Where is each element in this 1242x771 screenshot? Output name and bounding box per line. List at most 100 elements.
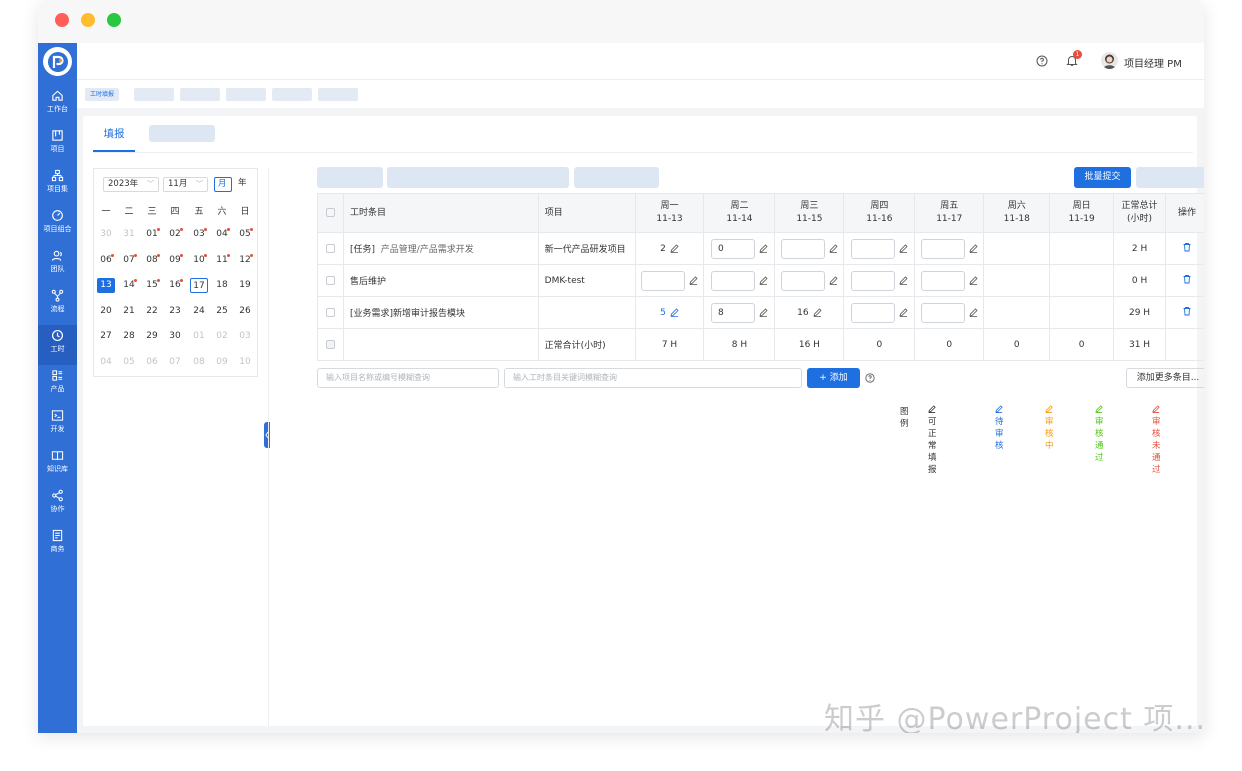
calendar-day[interactable]: 15 [143, 278, 161, 293]
calendar-day[interactable]: 07 [120, 253, 138, 268]
edit-pencil-icon[interactable] [969, 308, 978, 317]
close-window-button[interactable] [55, 13, 69, 27]
hours-input[interactable] [920, 270, 965, 291]
powerproject-logo-icon[interactable] [43, 47, 72, 76]
collapse-handle[interactable] [264, 422, 270, 448]
calendar-day[interactable]: 11 [213, 253, 231, 268]
toolbar-placeholder[interactable] [317, 167, 383, 188]
help-icon[interactable] [1036, 55, 1048, 67]
calendar-day[interactable]: 28 [120, 329, 138, 344]
view-month-toggle[interactable]: 月 [214, 177, 232, 192]
calendar-day[interactable]: 04 [213, 227, 231, 242]
calendar-day[interactable]: 20 [97, 304, 115, 319]
calendar-day[interactable]: 07 [166, 355, 184, 370]
sidebar-item-product[interactable]: 产品 [38, 369, 77, 405]
edit-pencil-icon[interactable] [759, 276, 768, 285]
row-checkbox[interactable] [325, 275, 335, 285]
calendar-day[interactable]: 23 [166, 304, 184, 319]
hours-input[interactable] [641, 270, 685, 291]
calendar-day[interactable]: 10 [236, 355, 254, 370]
maximize-window-button[interactable] [107, 13, 121, 27]
sidebar-item-workbench[interactable]: 工作台 [38, 89, 77, 125]
calendar-day[interactable]: 01 [143, 227, 161, 242]
calendar-day[interactable]: 12 [236, 253, 254, 268]
edit-pencil-icon[interactable] [759, 244, 768, 253]
sidebar-item-team[interactable]: 团队 [38, 249, 77, 285]
calendar-day[interactable]: 02 [166, 227, 184, 242]
calendar-day[interactable]: 09 [166, 253, 184, 268]
edit-pencil-icon[interactable] [813, 307, 822, 317]
calendar-day[interactable]: 10 [190, 253, 208, 268]
user-name[interactable]: 项目经理 PM [1124, 55, 1182, 70]
edit-pencil-icon[interactable] [689, 276, 698, 285]
calendar-day[interactable]: 24 [190, 304, 208, 319]
calendar-day[interactable]: 16 [166, 278, 184, 293]
toolbar-placeholder[interactable] [1136, 167, 1204, 188]
edit-pencil-icon[interactable] [670, 243, 679, 253]
sidebar-item-knowledge[interactable]: 知识库 [38, 449, 77, 485]
calendar-day[interactable]: 03 [190, 227, 208, 242]
row-checkbox[interactable] [325, 307, 335, 317]
tab-fill-report[interactable]: 填报 [93, 116, 135, 152]
edit-pencil-icon[interactable] [969, 244, 978, 253]
breadcrumb-tab[interactable] [134, 88, 174, 101]
avatar[interactable] [1101, 52, 1118, 69]
sidebar-item-project-set[interactable]: 项目集 [38, 169, 77, 205]
breadcrumb-tab[interactable] [272, 88, 312, 101]
sidebar-item-develop[interactable]: 开发 [38, 409, 77, 445]
calendar-day[interactable]: 18 [213, 278, 231, 293]
sidebar-item-collaborate[interactable]: 协作 [38, 489, 77, 525]
calendar-day[interactable]: 05 [120, 355, 138, 370]
calendar-day[interactable]: 09 [213, 355, 231, 370]
batch-submit-button[interactable]: 批量提交 [1074, 167, 1131, 188]
hours-input[interactable]: 8 [710, 302, 755, 323]
select-all-checkbox[interactable] [325, 207, 335, 217]
sidebar-item-business[interactable]: 商务 [38, 529, 77, 565]
toolbar-placeholder[interactable] [574, 167, 659, 188]
edit-pencil-icon[interactable] [899, 244, 908, 253]
calendar-day[interactable]: 31 [120, 227, 138, 242]
calendar-day[interactable]: 06 [143, 355, 161, 370]
hours-input[interactable] [850, 238, 895, 259]
add-button[interactable]: + 添加 [807, 368, 860, 388]
item-search-input[interactable]: 输入工时条目关键词模糊查询 [504, 368, 802, 388]
edit-pencil-icon[interactable] [759, 308, 768, 317]
calendar-day[interactable]: 22 [143, 304, 161, 319]
calendar-day[interactable]: 05 [236, 227, 254, 242]
minimize-window-button[interactable] [81, 13, 95, 27]
project-search-input[interactable]: 输入项目名称或编号模糊查询 [317, 368, 499, 388]
breadcrumb-tab[interactable] [318, 88, 358, 101]
calendar-day[interactable]: 02 [213, 329, 231, 344]
edit-pencil-icon[interactable] [899, 308, 908, 317]
toolbar-placeholder[interactable] [387, 167, 569, 188]
calendar-day[interactable]: 04 [97, 355, 115, 370]
calendar-day[interactable]: 26 [236, 304, 254, 319]
sidebar-item-timesheet[interactable]: 工时 [38, 325, 77, 365]
hours-input[interactable] [850, 270, 895, 291]
view-year-toggle[interactable]: 年 [235, 177, 253, 192]
breadcrumb-current-tab[interactable]: 工时填报 [85, 88, 120, 101]
edit-pencil-icon[interactable] [829, 244, 838, 253]
calendar-day[interactable]: 27 [97, 329, 115, 344]
calendar-day[interactable]: 25 [213, 304, 231, 319]
delete-icon[interactable] [1182, 274, 1192, 284]
edit-pencil-icon[interactable] [829, 276, 838, 285]
hours-input[interactable] [780, 238, 825, 259]
edit-pencil-icon[interactable] [969, 276, 978, 285]
calendar-day[interactable]: 01 [190, 329, 208, 344]
calendar-day[interactable]: 06 [97, 253, 115, 268]
edit-pencil-icon[interactable] [670, 307, 679, 317]
sidebar-item-portfolio[interactable]: 项目组合 [38, 209, 77, 245]
calendar-day[interactable]: 30 [166, 329, 184, 344]
calendar-day[interactable]: 29 [143, 329, 161, 344]
hours-input[interactable]: 0 [710, 238, 755, 259]
month-select[interactable]: 11月 ﹀ [163, 177, 208, 192]
sidebar-item-project[interactable]: 项目 [38, 129, 77, 165]
calendar-day[interactable]: 08 [190, 355, 208, 370]
calendar-day[interactable]: 17 [190, 278, 208, 293]
hours-input[interactable] [710, 270, 755, 291]
hours-input[interactable] [920, 302, 965, 323]
add-more-items-button[interactable]: 添加更多条目... [1126, 368, 1204, 388]
row-checkbox[interactable] [325, 243, 335, 253]
hours-input[interactable] [780, 270, 825, 291]
